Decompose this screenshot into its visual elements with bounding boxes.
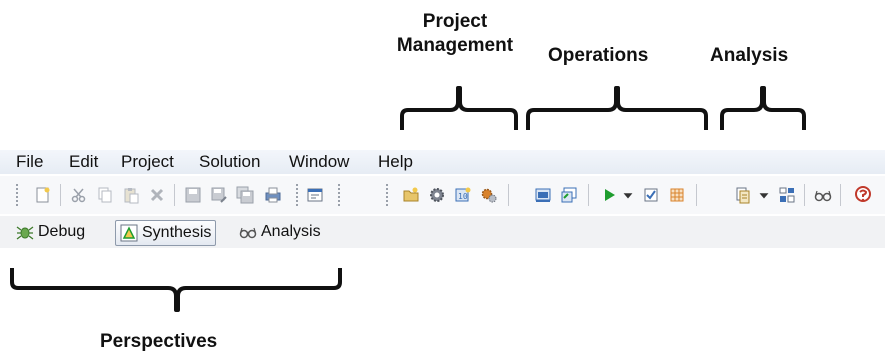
toolbar-separator — [174, 184, 175, 206]
brace-perspectives — [10, 268, 342, 312]
perspective-synthesis-label: Synthesis — [142, 224, 212, 241]
callout-analysis: Analysis — [710, 45, 789, 66]
menu-help[interactable]: Help — [378, 152, 413, 172]
run-icon[interactable] — [598, 184, 620, 206]
perspective-analysis[interactable]: Analysis — [239, 220, 321, 244]
perspective-analysis-label: Analysis — [261, 223, 321, 240]
c-simulation-icon[interactable] — [532, 184, 554, 206]
new-solution-icon[interactable]: 10 — [452, 184, 474, 206]
toolbar-separator — [696, 184, 697, 206]
open-view-icon[interactable] — [304, 184, 326, 206]
report-dropdown-icon[interactable] — [756, 184, 772, 206]
analysis-perspective-icon[interactable] — [812, 184, 834, 206]
perspective-synthesis[interactable]: Synthesis — [115, 220, 217, 246]
print-icon[interactable] — [262, 184, 284, 206]
c-synthesis-icon[interactable] — [558, 184, 580, 206]
save-as-icon[interactable] — [208, 184, 230, 206]
analysis-glasses-icon — [239, 227, 257, 239]
export-rtl-icon[interactable] — [666, 184, 688, 206]
toolbar-separator — [804, 184, 805, 206]
open-report-icon[interactable] — [732, 184, 754, 206]
callout-operations: Operations — [548, 45, 649, 66]
toolbar-grip[interactable] — [16, 184, 18, 206]
debug-bug-icon — [16, 226, 34, 240]
toolbar-grip[interactable] — [386, 184, 388, 206]
help-icon[interactable] — [852, 184, 874, 206]
synthesis-icon — [120, 224, 138, 242]
toolbar-grip[interactable] — [338, 184, 340, 206]
save-all-icon[interactable] — [234, 184, 256, 206]
perspective-debug-label: Debug — [38, 223, 86, 240]
verify-icon[interactable] — [640, 184, 662, 206]
project-settings-icon[interactable] — [426, 184, 448, 206]
toolbar-separator — [588, 184, 589, 206]
perspective-debug[interactable]: Debug — [16, 220, 85, 244]
new-file-icon[interactable] — [32, 184, 54, 206]
menu-file[interactable]: File — [16, 152, 43, 172]
brace-project-management — [400, 86, 518, 130]
toolbar-separator — [60, 184, 61, 206]
callout-project-management-line1: Project — [422, 11, 488, 32]
save-icon[interactable] — [182, 184, 204, 206]
svg-text:10: 10 — [458, 192, 468, 201]
compare-reports-icon[interactable] — [776, 184, 798, 206]
menu-window[interactable]: Window — [289, 152, 349, 172]
solution-settings-icon[interactable] — [478, 184, 500, 206]
toolbar-separator — [840, 184, 841, 206]
copy-icon[interactable] — [94, 184, 116, 206]
brace-operations — [526, 86, 708, 130]
run-dropdown-icon[interactable] — [620, 184, 636, 206]
cut-icon[interactable] — [68, 184, 90, 206]
new-project-icon[interactable] — [400, 184, 422, 206]
callout-project-management: Project Management — [380, 10, 530, 58]
toolbar-separator — [508, 184, 509, 206]
menu-project[interactable]: Project — [121, 152, 174, 172]
toolbar-grip[interactable] — [296, 184, 298, 206]
delete-icon[interactable] — [146, 184, 168, 206]
brace-analysis — [720, 86, 806, 130]
paste-icon[interactable] — [120, 184, 142, 206]
menu-solution[interactable]: Solution — [199, 152, 260, 172]
callout-perspectives: Perspectives — [100, 331, 218, 352]
callout-project-management-line2: Management — [396, 35, 514, 56]
menu-edit[interactable]: Edit — [69, 152, 98, 172]
